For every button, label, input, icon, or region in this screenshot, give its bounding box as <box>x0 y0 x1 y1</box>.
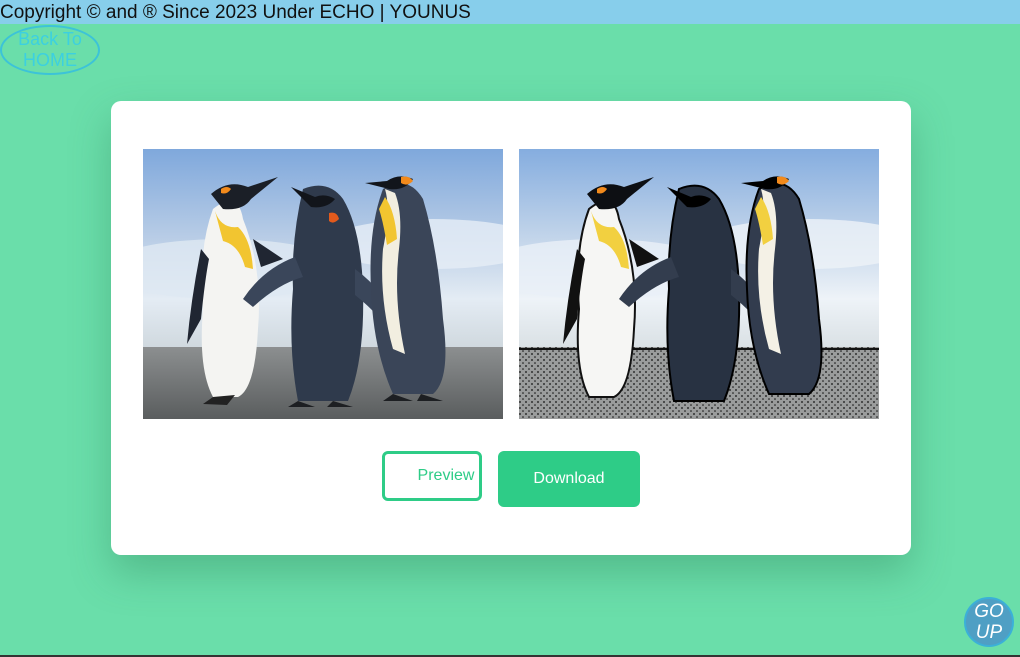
copyright-text: Copyright © and ® Since 2023 Under ECHO … <box>0 2 471 23</box>
go-up-label-line2: UP <box>975 622 1003 643</box>
preview-button[interactable]: Preview <box>382 451 482 501</box>
image-result-card: Preview Download <box>111 101 911 555</box>
go-up-button[interactable]: GO UP <box>964 597 1014 647</box>
download-button[interactable]: Download <box>498 451 640 507</box>
original-image <box>143 149 503 419</box>
copyright-bar: Copyright © and ® Since 2023 Under ECHO … <box>0 0 1020 24</box>
download-label: Download <box>533 470 605 487</box>
back-home-label-line2: HOME <box>22 50 77 70</box>
back-home-label-line1: Back To <box>18 29 82 49</box>
penguins-photo-icon <box>143 149 503 419</box>
go-up-label-line1: GO <box>974 601 1004 622</box>
penguins-sketch-photo-icon <box>519 149 879 419</box>
processed-image <box>519 149 879 419</box>
back-to-home-button[interactable]: Back To HOME <box>0 25 100 75</box>
preview-label: Preview <box>417 467 475 484</box>
